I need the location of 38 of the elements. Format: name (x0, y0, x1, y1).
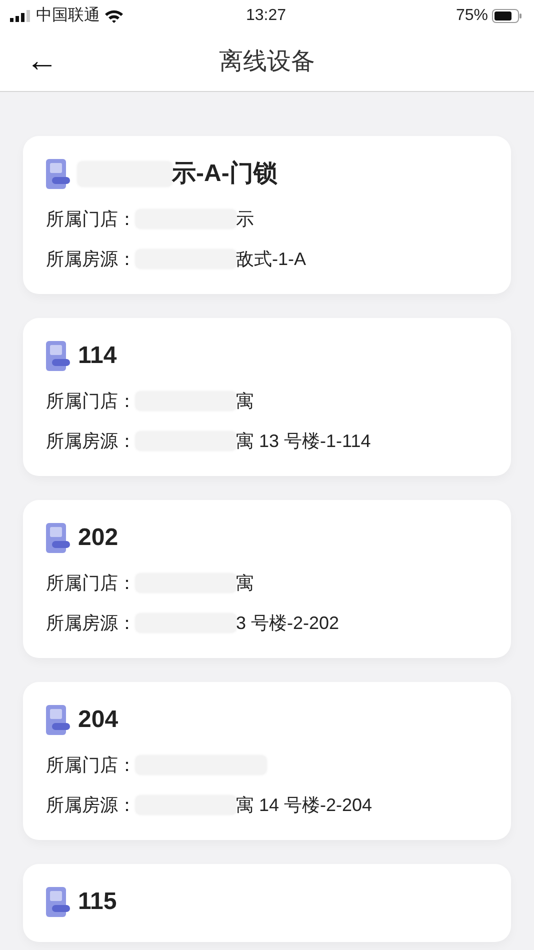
field-label: 所属门店： (46, 754, 136, 776)
field-value: 寓 (236, 390, 254, 412)
device-card[interactable]: 115 (23, 864, 511, 942)
field-label: 所属房源： (46, 248, 136, 270)
door-lock-icon (46, 887, 70, 917)
clock-time: 13:27 (246, 6, 286, 26)
device-name: 114 (78, 341, 117, 371)
device-name: 示-A-门锁 (172, 159, 278, 189)
device-card[interactable]: 114 所属门店： 寓 所属房源： 寓 13 号楼-1-114 (23, 318, 511, 476)
battery-percent: 75% (456, 6, 488, 26)
back-button[interactable]: ← (22, 40, 62, 80)
device-name: 115 (78, 887, 117, 917)
wifi-icon (104, 9, 124, 23)
door-lock-icon (46, 341, 70, 371)
door-lock-icon (46, 705, 70, 735)
device-name: 204 (78, 705, 118, 735)
page-title: 离线设备 (219, 46, 315, 76)
field-value: 寓 14 号楼-2-204 (236, 794, 372, 816)
field-label: 所属房源： (46, 794, 136, 816)
device-card[interactable]: 示-A-门锁 所属门店： 示 所属房源： 敌式-1-A (23, 136, 511, 294)
door-lock-icon (46, 523, 70, 553)
field-value: 示 (236, 208, 254, 230)
field-value: 敌式-1-A (236, 248, 306, 270)
device-name: 202 (78, 523, 118, 553)
field-value: 寓 13 号楼-1-114 (236, 430, 371, 452)
battery-icon (492, 9, 522, 23)
device-card[interactable]: 202 所属门店： 寓 所属房源： 3 号楼-2-202 (23, 500, 511, 658)
field-label: 所属门店： (46, 208, 136, 230)
field-label: 所属房源： (46, 612, 136, 634)
field-label: 所属门店： (46, 390, 136, 412)
field-value: 寓 (236, 572, 254, 594)
field-value: 3 号楼-2-202 (236, 612, 340, 634)
device-card[interactable]: 204 所属门店： 所属房源： 寓 14 号楼-2-204 (23, 682, 511, 840)
signal-icon (10, 10, 32, 22)
door-lock-icon (46, 159, 70, 189)
carrier-name: 中国联通 (36, 6, 100, 26)
field-label: 所属门店： (46, 572, 136, 594)
field-label: 所属房源： (46, 430, 136, 452)
